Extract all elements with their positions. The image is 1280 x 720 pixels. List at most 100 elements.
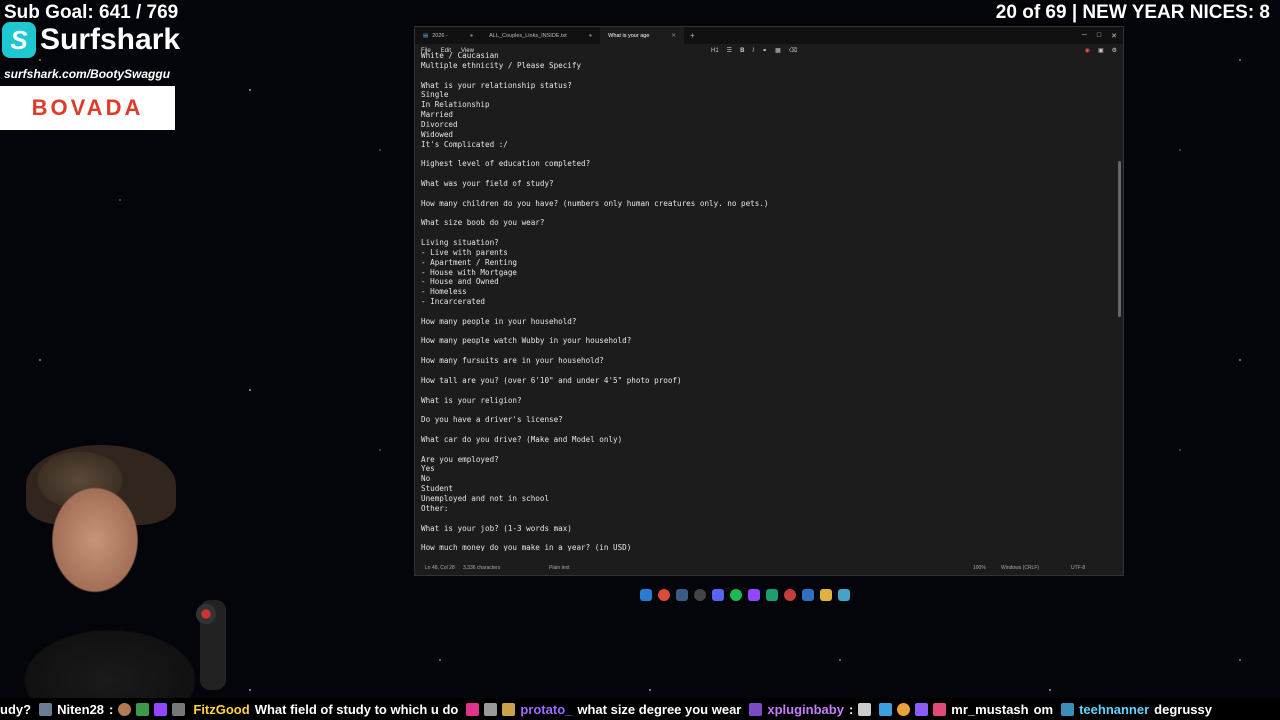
bovada-logo: BOVADA	[31, 95, 144, 120]
modified-dot-icon[interactable]: ●	[589, 33, 592, 39]
editor-line: Unemployed and not in school	[421, 493, 550, 503]
editor-line: How many children do you have? (numbers …	[421, 198, 769, 208]
sub-goal-counter: Sub Goal: 641 / 769	[4, 2, 179, 23]
maximize-icon[interactable]: □	[1097, 32, 1101, 39]
chat-text: :	[848, 701, 854, 717]
close-tab-icon[interactable]: ✕	[671, 33, 676, 39]
editor-line: Student	[421, 484, 454, 494]
badge-icon	[39, 702, 53, 716]
text-mode[interactable]: Plain text	[549, 565, 570, 571]
editor-line: Do you have a driver's license?	[421, 415, 563, 425]
minimize-icon[interactable]: ─	[1082, 32, 1087, 39]
chat-user: FitzGood	[193, 701, 250, 717]
editor-line: Divorced	[421, 119, 458, 129]
tab-label: What is your age	[608, 32, 650, 39]
obs-icon[interactable]	[694, 589, 706, 601]
folder-icon[interactable]	[820, 589, 832, 601]
editor-line: Single	[421, 90, 449, 100]
new-tab-button[interactable]: +	[684, 31, 701, 40]
chat-message: mr_mustash om	[879, 702, 1053, 717]
badge-icon	[484, 702, 498, 716]
twitch-icon[interactable]	[748, 589, 760, 601]
chat-text: What field of study to which u do	[254, 701, 459, 717]
chat-text: om	[1033, 701, 1054, 717]
chat-user: xpluginbaby	[767, 701, 844, 717]
modified-dot-icon[interactable]: ●	[470, 33, 473, 39]
editor-line: Other:	[421, 503, 449, 513]
surfshark-logo: S Surfshark	[2, 22, 180, 58]
editor-line: What size boob do you wear?	[421, 218, 545, 228]
editor-line: - Apartment / Renting	[421, 257, 518, 267]
notepad-taskbar-icon[interactable]	[838, 589, 850, 601]
badge-icon	[154, 702, 168, 716]
line-ending[interactable]: Windows (CRLF)	[1001, 565, 1039, 571]
editor-line: How many fursuits are in your household?	[421, 356, 604, 366]
cursor-position: Ln 48, Col 28	[425, 565, 455, 571]
character-count: 3,336 characters	[463, 565, 501, 571]
editor-line: Widowed	[421, 129, 454, 139]
app-blue-icon[interactable]	[802, 589, 814, 601]
badge-icon	[466, 702, 480, 716]
badge-icon	[1061, 702, 1075, 716]
nices-counter: 20 of 69 | NEW YEAR NICES: 8	[995, 2, 1270, 23]
zoom-level[interactable]: 100%	[973, 565, 986, 571]
close-icon[interactable]: ✕	[1111, 32, 1117, 40]
editor-line: Are you employed?	[421, 454, 499, 464]
webcam-feed	[0, 420, 300, 698]
chat-message: Niten28 :	[39, 701, 186, 717]
editor-line: White / Caucasian	[421, 51, 499, 60]
app-green-icon[interactable]	[766, 589, 778, 601]
browser-icon[interactable]	[658, 589, 670, 601]
discord-icon[interactable]	[712, 589, 724, 601]
editor-line: In Relationship	[421, 100, 490, 110]
surfshark-url: surfshark.com/BootySwaggu	[4, 67, 171, 81]
editor-line: Yes	[421, 464, 435, 474]
tab-label: 2026 -	[432, 32, 448, 39]
chat-user: protato_	[520, 701, 573, 717]
editor-line: - House and Owned	[421, 277, 499, 287]
status-bar: Ln 48, Col 28 3,336 characters Plain tex…	[415, 561, 1123, 575]
chat-user: mr_mustash	[951, 701, 1029, 717]
editor-line: - Incarcerated	[421, 297, 486, 307]
badge-icon	[172, 702, 186, 716]
vertical-scrollbar[interactable]	[1118, 161, 1121, 317]
editor-line: What is your religion?	[421, 395, 522, 405]
text-editor[interactable]: White / Caucasian Multiple ethnicity / Pl…	[421, 51, 1113, 551]
start-icon[interactable]	[640, 589, 652, 601]
chat-user: Niten28	[57, 701, 105, 717]
encoding[interactable]: UTF-8	[1071, 565, 1085, 571]
badge-icon	[502, 702, 516, 716]
notepad-icon: ▤	[423, 32, 429, 39]
chat-ticker: udy? Niten28 : FitzGood What field of st…	[0, 698, 1280, 720]
tab-2026[interactable]: ▤ 2026 - ●	[415, 27, 481, 44]
steam-icon[interactable]	[676, 589, 688, 601]
spotify-icon[interactable]	[730, 589, 742, 601]
tab-couples-links[interactable]: ALL_Couples_Links_INSIDE.txt ●	[481, 27, 600, 44]
badge-icon	[749, 702, 763, 716]
badge-icon	[897, 702, 911, 716]
bovada-banner: BOVADA	[0, 86, 175, 130]
editor-line: What was your field of study?	[421, 178, 554, 188]
emote-icon	[118, 702, 132, 716]
surfshark-icon: S	[2, 22, 36, 58]
badge-icon	[915, 702, 929, 716]
window-controls: ─ □ ✕	[1082, 27, 1117, 44]
chat-text: udy?	[0, 701, 32, 717]
editor-line: Married	[421, 110, 454, 120]
tab-what-is-your-age[interactable]: What is your age ✕	[600, 27, 685, 44]
emote-icon	[858, 702, 872, 716]
app-red-icon[interactable]	[784, 589, 796, 601]
chat-message: xpluginbaby :	[749, 701, 872, 717]
